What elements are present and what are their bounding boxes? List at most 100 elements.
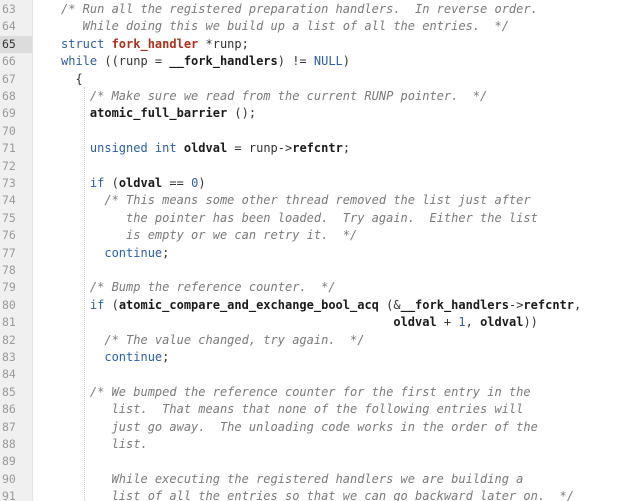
code-token: ( — [104, 297, 119, 312]
code-line[interactable]: While doing this we build up a list of a… — [33, 18, 637, 35]
code-line[interactable]: /* Make sure we read from the current RU… — [33, 88, 637, 105]
code-token: oldval — [118, 176, 163, 190]
code-line[interactable] — [33, 123, 637, 140]
code-line[interactable]: is empty or we can retry it. */ — [33, 227, 637, 244]
code-line[interactable]: /* This means some other thread removed … — [33, 192, 637, 209]
code-line[interactable]: /* Run all the registered preparation ha… — [33, 1, 637, 18]
code-line[interactable]: while ((runp = __fork_handlers) != NULL) — [33, 53, 637, 70]
code-token: if — [89, 297, 105, 312]
line-number: 72 — [2, 158, 16, 173]
code-line[interactable]: struct fork_handler *runp; — [33, 36, 637, 53]
code-token: is empty or we can retry it. */ — [61, 228, 358, 243]
code-line[interactable] — [33, 158, 637, 175]
code-line[interactable]: if (oldval == 0) — [33, 175, 637, 192]
code-token: unsigned int — [89, 141, 177, 156]
code-token: + — [436, 315, 459, 330]
line-number: 64 — [2, 19, 16, 34]
code-line[interactable] — [33, 453, 637, 470]
code-line[interactable]: /* The value changed, try again. */ — [33, 332, 637, 349]
code-token: 1 — [458, 315, 466, 330]
code-token: just go away. The unloading code works i… — [61, 419, 538, 434]
line-number: 78 — [2, 263, 16, 277]
code-token: (); — [227, 106, 257, 121]
line-number: 89 — [2, 454, 16, 469]
code-token: , — [574, 297, 582, 312]
code-token: struct — [61, 36, 112, 51]
code-token: __fork_handlers — [169, 54, 278, 69]
line-number: 68 — [2, 89, 16, 103]
code-token: list. That means that none of the follow… — [61, 402, 524, 417]
code-token: fork_handler — [111, 36, 199, 51]
code-line[interactable]: { — [33, 71, 637, 88]
line-number: 75 — [2, 210, 16, 225]
line-number-gutter: 63 64 65 66 67 68 69 70 71 72 73 74 75 76 77 78 79 80 81 82… — [0, 0, 33, 501]
code-token: oldval — [480, 315, 524, 330]
code-token: ; — [162, 350, 170, 364]
code-line[interactable]: /* Bump the reference counter. */ — [33, 279, 637, 296]
code-line[interactable]: list. — [33, 436, 637, 453]
code-token: refcntr — [292, 141, 343, 156]
code-line[interactable]: just go away. The unloading code works i… — [33, 419, 637, 436]
line-number: 67 — [2, 71, 16, 86]
code-token: ) — [342, 54, 351, 69]
code-line[interactable]: unsigned int oldval = runp->refcntr; — [33, 140, 637, 157]
code-token: /* We bumped the reference counter for t… — [61, 384, 531, 399]
code-token: /* Bump the reference counter. */ — [61, 280, 336, 295]
code-token: list. — [61, 437, 148, 451]
code-text-area[interactable]: /* Run all the registered preparation ha… — [33, 0, 637, 501]
line-number: 91 — [2, 489, 16, 501]
line-number: 76 — [2, 228, 16, 243]
code-line[interactable]: the pointer has been loaded. Try again. … — [33, 210, 637, 227]
code-token: /* The value changed, try again. */ — [61, 332, 365, 347]
line-number: 83 — [2, 350, 16, 364]
code-token: While executing the registered handlers … — [61, 471, 524, 486]
code-line[interactable]: /* We bumped the reference counter for t… — [33, 384, 637, 401]
code-line[interactable]: atomic_full_barrier (); — [33, 105, 637, 122]
code-token: While doing this we build up a list of a… — [61, 19, 509, 34]
line-number: 82 — [2, 332, 16, 347]
line-number: 71 — [2, 141, 16, 156]
code-line[interactable]: list. That means that none of the follow… — [33, 401, 637, 418]
code-token: { — [61, 71, 83, 86]
code-token: ) — [198, 176, 206, 190]
code-token: /* Run all the registered preparation ha… — [61, 2, 538, 16]
line-number: 70 — [2, 123, 16, 138]
line-number: 86 — [2, 402, 16, 417]
code-line[interactable]: list of all the entries so that we can g… — [33, 488, 637, 501]
code-line[interactable] — [33, 262, 637, 279]
code-token: ((runp = — [97, 54, 170, 69]
code-editor[interactable]: 63 64 65 66 67 68 69 70 71 72 73 74 75 76 77 78 79 80 81 82… — [0, 0, 637, 501]
code-token: refcntr — [523, 297, 574, 312]
code-line[interactable] — [33, 366, 637, 383]
code-token: ; — [162, 245, 170, 260]
code-token: )) — [523, 315, 538, 330]
line-number: 90 — [2, 471, 16, 486]
code-line[interactable]: if (atomic_compare_and_exchange_bool_acq… — [33, 297, 637, 314]
code-token: ( — [104, 176, 119, 190]
code-token: -> — [508, 297, 524, 312]
code-token: ; — [342, 141, 351, 156]
line-number: 84 — [2, 367, 16, 382]
code-token: if — [89, 176, 105, 190]
code-token: oldval — [183, 141, 228, 156]
code-line[interactable]: oldval + 1, oldval)) — [33, 314, 637, 331]
code-token: list of all the entries so that we can g… — [61, 489, 574, 501]
code-token: = runp-> — [227, 141, 293, 156]
code-token: ) != — [277, 54, 314, 69]
line-number: 65 — [0, 35, 32, 54]
code-token: == — [162, 176, 192, 190]
code-line[interactable]: While executing the registered handlers … — [33, 471, 637, 488]
code-token: NULL — [313, 54, 343, 69]
line-number: 74 — [2, 193, 16, 208]
code-token: /* This means some other thread removed … — [61, 193, 531, 208]
code-line[interactable]: continue; — [33, 349, 637, 366]
code-line[interactable]: continue; — [33, 245, 637, 262]
